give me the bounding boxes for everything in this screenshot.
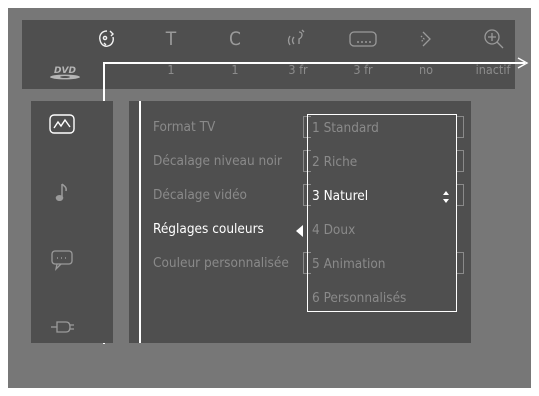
svg-text:DVD: DVD bbox=[54, 66, 76, 76]
menu-item-format-tv[interactable]: Format TV bbox=[153, 119, 215, 135]
up-down-arrows-icon bbox=[443, 191, 449, 203]
preset-option-doux[interactable]: 4 Doux bbox=[312, 222, 355, 238]
preset-option-riche[interactable]: 2 Riche bbox=[312, 154, 357, 170]
menu-item-color-settings[interactable]: Réglages couleurs bbox=[153, 221, 264, 237]
menu-item-video-shift[interactable]: Décalage vidéo bbox=[153, 187, 247, 203]
title-icon[interactable]: T bbox=[158, 26, 184, 52]
chapter-value: 1 bbox=[231, 62, 239, 77]
selection-pointer-icon bbox=[296, 225, 303, 237]
picture-icon[interactable] bbox=[47, 113, 77, 135]
subtitle-value: 3 fr bbox=[353, 62, 373, 77]
chapter-icon-label: C bbox=[229, 28, 241, 50]
angle-value: no bbox=[418, 62, 433, 77]
menu-item-black-level[interactable]: Décalage niveau noir bbox=[153, 153, 282, 169]
zoom-value: inactif bbox=[475, 62, 511, 77]
value-bracket-right bbox=[456, 252, 464, 274]
value-bracket-right bbox=[456, 116, 464, 138]
plug-icon[interactable] bbox=[47, 316, 77, 338]
angle-icon[interactable] bbox=[413, 26, 439, 52]
value-bracket-right bbox=[456, 184, 464, 206]
title-value: 1 bbox=[167, 62, 175, 77]
preset-option-animation[interactable]: 5 Animation bbox=[312, 256, 386, 272]
music-note-icon[interactable] bbox=[47, 181, 77, 203]
preset-option-personnalises[interactable]: 6 Personnalisés bbox=[312, 290, 406, 306]
title-icon-label: T bbox=[165, 28, 177, 50]
dvd-logo: DVD bbox=[50, 66, 80, 80]
chapter-icon[interactable]: C bbox=[222, 26, 248, 52]
zoom-icon[interactable] bbox=[481, 26, 507, 52]
video-setup-icon[interactable] bbox=[94, 26, 120, 52]
preset-option-naturel[interactable]: 3 Naturel bbox=[312, 188, 368, 204]
value-bracket-right bbox=[456, 150, 464, 172]
preset-option-standard[interactable]: 1 Standard bbox=[312, 120, 379, 136]
menu-item-custom-color[interactable]: Couleur personnalisée bbox=[153, 255, 289, 271]
audio-language-icon[interactable] bbox=[285, 26, 311, 52]
audio-value: 3 fr bbox=[288, 62, 308, 77]
panel-divider-line bbox=[139, 101, 141, 343]
side-menu bbox=[31, 101, 113, 343]
speech-bubble-icon[interactable] bbox=[47, 249, 77, 271]
color-preset-submenu bbox=[307, 114, 457, 312]
subtitle-icon[interactable] bbox=[348, 26, 378, 52]
